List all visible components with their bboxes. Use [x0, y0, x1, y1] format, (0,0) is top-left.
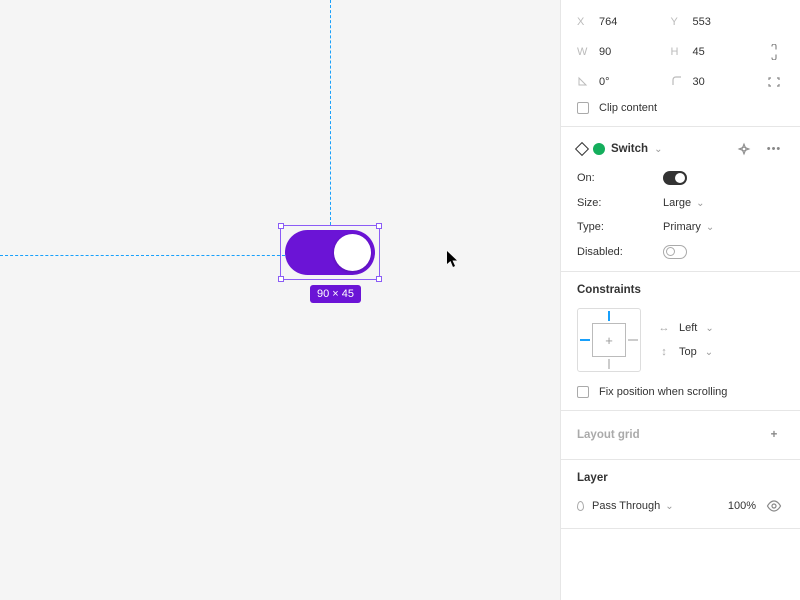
blend-mode-select[interactable]: Pass Through ⌄ [592, 500, 674, 512]
alignment-guide-horizontal [0, 255, 290, 256]
resize-handle-top-left[interactable] [278, 223, 284, 229]
chevron-down-icon: ⌄ [706, 222, 714, 233]
layer-section: Layer Pass Through ⌄ 100% [561, 460, 800, 529]
constraints-diagram[interactable]: + [577, 308, 641, 372]
chevron-down-icon: ⌄ [705, 323, 713, 334]
transform-section: X 764 Y 553 W 90 H 45 [561, 0, 800, 127]
component-icon [575, 142, 589, 156]
size-badge: 90 × 45 [310, 285, 361, 303]
component-section: Switch ⌄ ••• On: Size: Large ⌄ Type: Pri… [561, 127, 800, 272]
chevron-down-icon[interactable]: ⌄ [654, 144, 662, 155]
resize-handle-bottom-right[interactable] [376, 276, 382, 282]
width-field[interactable]: W 90 [577, 46, 671, 58]
prop-on-toggle[interactable] [663, 171, 687, 185]
prop-type-select[interactable]: Primary ⌄ [663, 221, 714, 233]
constraints-section: Constraints + ↔ Left ⌄ ↕ Top ⌄ [561, 272, 800, 411]
clip-content-checkbox[interactable]: Clip content [577, 102, 784, 114]
layout-grid-section[interactable]: Layout grid + [561, 411, 800, 460]
alignment-guide-vertical [330, 0, 331, 225]
resize-handle-top-right[interactable] [376, 223, 382, 229]
opacity-field[interactable]: 100% [728, 500, 756, 512]
go-to-main-icon[interactable] [734, 139, 754, 159]
link-dimensions-icon[interactable] [764, 42, 784, 62]
height-field[interactable]: H 45 [671, 46, 765, 58]
chevron-down-icon: ⌄ [665, 501, 673, 512]
prop-disabled-toggle[interactable] [663, 245, 687, 259]
selection-box [280, 225, 380, 280]
add-icon[interactable]: + [764, 425, 784, 445]
more-options-icon[interactable]: ••• [764, 139, 784, 159]
chevron-down-icon: ⌄ [705, 347, 713, 358]
chevron-down-icon: ⌄ [696, 198, 704, 209]
constraint-vertical-select[interactable]: ↕ Top ⌄ [657, 346, 714, 358]
component-name[interactable]: Switch [611, 143, 648, 155]
vertical-icon: ↕ [657, 346, 671, 358]
corner-radius-icon [671, 75, 683, 90]
prop-size-select[interactable]: Large ⌄ [663, 197, 705, 209]
resize-handle-bottom-left[interactable] [278, 276, 284, 282]
y-field[interactable]: Y 553 [671, 16, 765, 28]
corner-radius-field[interactable]: 30 [671, 75, 765, 90]
visibility-icon[interactable] [764, 496, 784, 516]
rotation-field[interactable]: 0° [577, 75, 671, 90]
cursor-pointer-icon [446, 250, 460, 268]
canvas-area[interactable]: 90 × 45 [0, 0, 560, 600]
independent-corners-icon[interactable] [764, 72, 784, 92]
constraint-horizontal-select[interactable]: ↔ Left ⌄ [657, 322, 714, 334]
blend-mode-icon [577, 501, 584, 511]
x-field[interactable]: X 764 [577, 16, 671, 28]
fix-position-checkbox[interactable]: Fix position when scrolling [577, 386, 784, 398]
properties-panel: X 764 Y 553 W 90 H 45 [560, 0, 800, 600]
angle-icon [577, 75, 589, 90]
status-dot-icon [593, 143, 605, 155]
horizontal-icon: ↔ [657, 322, 671, 334]
